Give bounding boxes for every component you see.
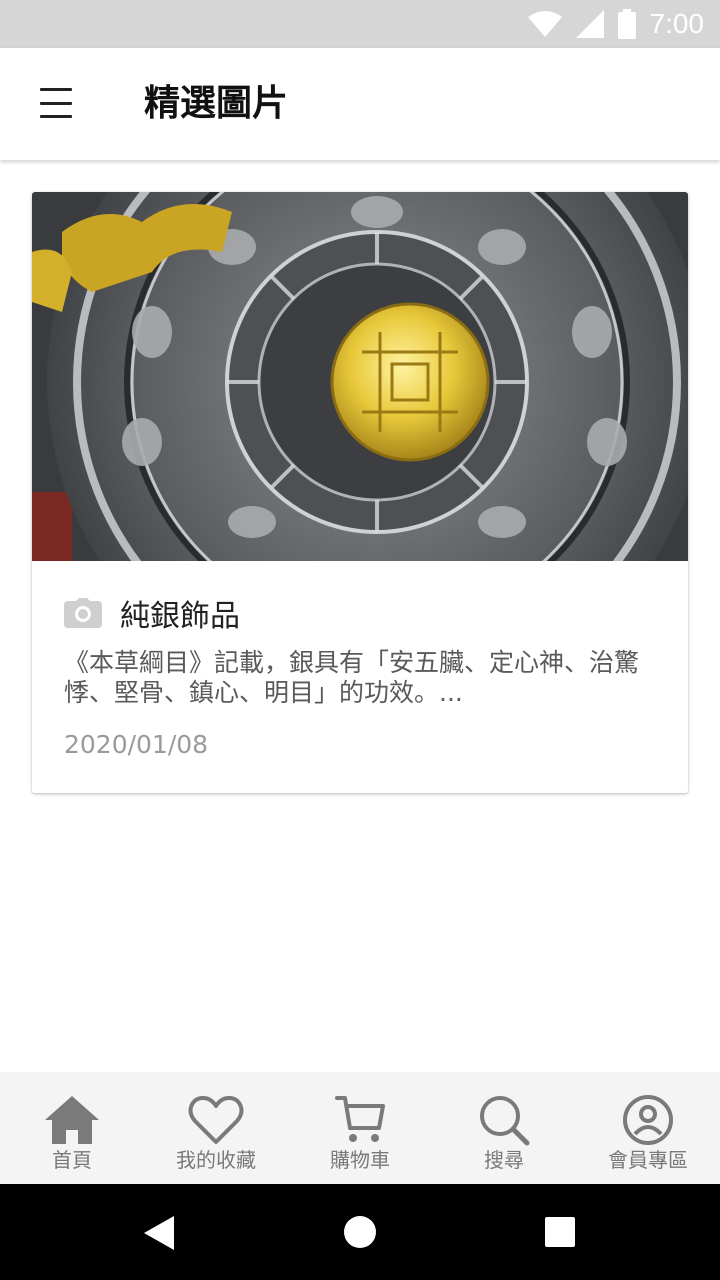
system-navigation-bar [0, 1184, 720, 1280]
battery-icon [617, 9, 636, 39]
nav-label-member: 會員專區 [608, 1148, 688, 1172]
wifi-icon [527, 11, 562, 37]
card-image[interactable] [32, 192, 688, 561]
nav-item-favorites[interactable]: 我的收藏 [144, 1072, 288, 1184]
status-time: 7:00 [649, 8, 705, 39]
nav-item-member[interactable]: 會員專區 [576, 1072, 720, 1184]
bottom-navigation: 首頁 我的收藏 購物車 搜尋 會員專區 [0, 1072, 720, 1184]
back-icon[interactable] [144, 1216, 176, 1250]
search-icon [480, 1096, 530, 1146]
nav-label-search: 搜尋 [484, 1148, 524, 1172]
home-circle-icon[interactable] [343, 1215, 377, 1249]
camera-icon [64, 598, 102, 628]
recents-icon[interactable] [545, 1217, 575, 1247]
card-description: 《本草綱目》記載，銀具有「安五臟、定心神、治驚悸、堅骨、鎮心、明目」的功效。..… [64, 648, 640, 707]
nav-label-home: 首頁 [52, 1148, 92, 1172]
home-icon [45, 1096, 99, 1144]
app-bar: 精選圖片 [0, 48, 720, 160]
card-title: 純銀飾品 [120, 599, 240, 634]
nav-label-cart: 購物車 [330, 1148, 390, 1172]
nav-item-search[interactable]: 搜尋 [432, 1072, 576, 1184]
nav-item-cart[interactable]: 購物車 [288, 1072, 432, 1184]
hamburger-menu-icon[interactable] [40, 88, 72, 118]
cart-icon [335, 1096, 385, 1142]
nav-item-home[interactable]: 首頁 [0, 1072, 144, 1184]
signal-icon [575, 10, 604, 38]
heart-icon [188, 1096, 244, 1144]
account-icon [623, 1095, 673, 1145]
featured-image-card[interactable]: 純銀飾品 《本草綱目》記載，銀具有「安五臟、定心神、治驚悸、堅骨、鎮心、明目」的… [32, 192, 688, 793]
card-title-row: 純銀飾品 [64, 592, 240, 634]
status-bar: 7:00 [0, 0, 720, 48]
page-title: 精選圖片 [144, 83, 289, 124]
nav-label-favorites: 我的收藏 [176, 1148, 256, 1172]
status-icons: 7:00 [527, 0, 705, 48]
card-date: 2020/01/08 [64, 730, 209, 759]
